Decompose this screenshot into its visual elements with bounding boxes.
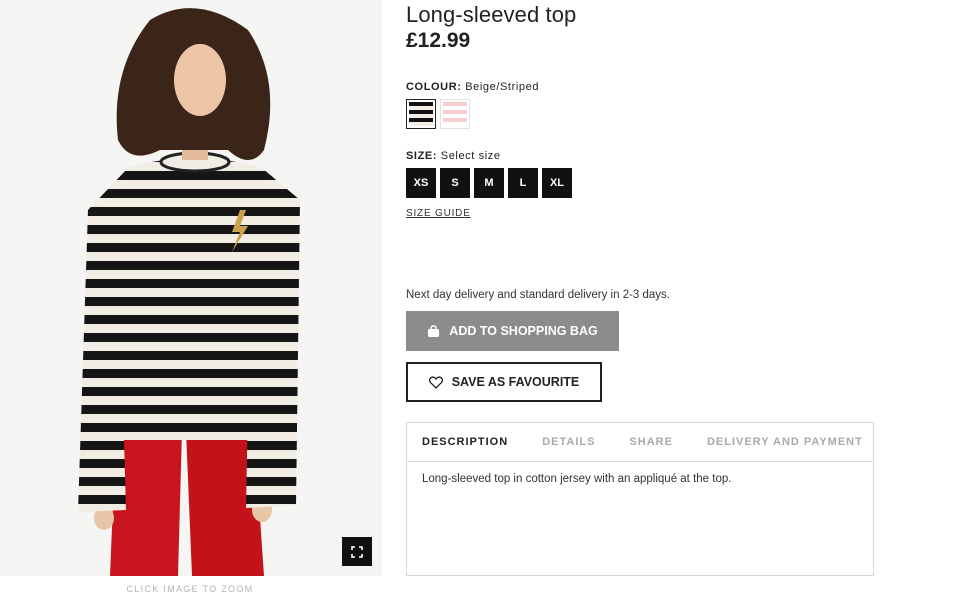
size-option-xl[interactable]: XL	[542, 168, 572, 198]
size-prompt: Select size	[440, 150, 501, 162]
swatch-beige-striped[interactable]	[406, 99, 436, 129]
product-info-tabs: DESCRIPTION DETAILS SHARE DELIVERY AND P…	[406, 422, 874, 576]
swatch-pink-striped-fill	[443, 102, 467, 126]
product-image[interactable]	[0, 0, 382, 576]
size-options: XS S M L XL	[406, 168, 572, 198]
size-label-heading: SIZE:	[406, 150, 438, 162]
expand-icon	[351, 545, 363, 558]
tab-description-content: Long-sleeved top in cotton jersey with a…	[422, 473, 732, 485]
size-option-s[interactable]: S	[440, 168, 470, 198]
shopping-bag-icon	[428, 324, 440, 337]
zoom-caption: CLICK IMAGE TO ZOOM	[126, 584, 254, 594]
add-to-bag-label: ADD TO SHOPPING BAG	[449, 324, 598, 338]
product-photo[interactable]	[0, 0, 382, 576]
product-price: £12.99	[406, 29, 471, 52]
tab-bar: DESCRIPTION DETAILS SHARE DELIVERY AND P…	[407, 423, 873, 462]
product-title: Long-sleeved top	[406, 2, 577, 27]
colour-label: COLOUR: Beige/Striped	[406, 81, 539, 93]
zoom-button[interactable]	[342, 537, 372, 566]
size-option-xs[interactable]: XS	[406, 168, 436, 198]
tab-details[interactable]: DETAILS	[542, 436, 595, 448]
swatch-beige-striped-fill	[409, 102, 433, 126]
swatch-pink-striped[interactable]	[440, 99, 470, 129]
save-favourite-label: SAVE AS FAVOURITE	[451, 375, 580, 389]
colour-label-heading: COLOUR:	[406, 81, 462, 93]
tab-description[interactable]: DESCRIPTION	[422, 436, 508, 448]
size-label: SIZE: Select size	[406, 150, 501, 162]
heart-icon	[428, 375, 443, 389]
size-guide-link[interactable]: SIZE GUIDE	[406, 208, 471, 219]
delivery-note: Next day delivery and standard delivery …	[406, 289, 671, 301]
add-to-bag-button[interactable]: ADD TO SHOPPING BAG	[406, 311, 619, 351]
colour-selected-value: Beige/Striped	[465, 81, 540, 93]
size-option-m[interactable]: M	[474, 168, 504, 198]
size-option-l[interactable]: L	[508, 168, 538, 198]
save-favourite-button[interactable]: SAVE AS FAVOURITE	[406, 362, 602, 402]
tab-share[interactable]: SHARE	[629, 436, 673, 448]
tab-delivery-payment[interactable]: DELIVERY AND PAYMENT	[707, 436, 863, 448]
